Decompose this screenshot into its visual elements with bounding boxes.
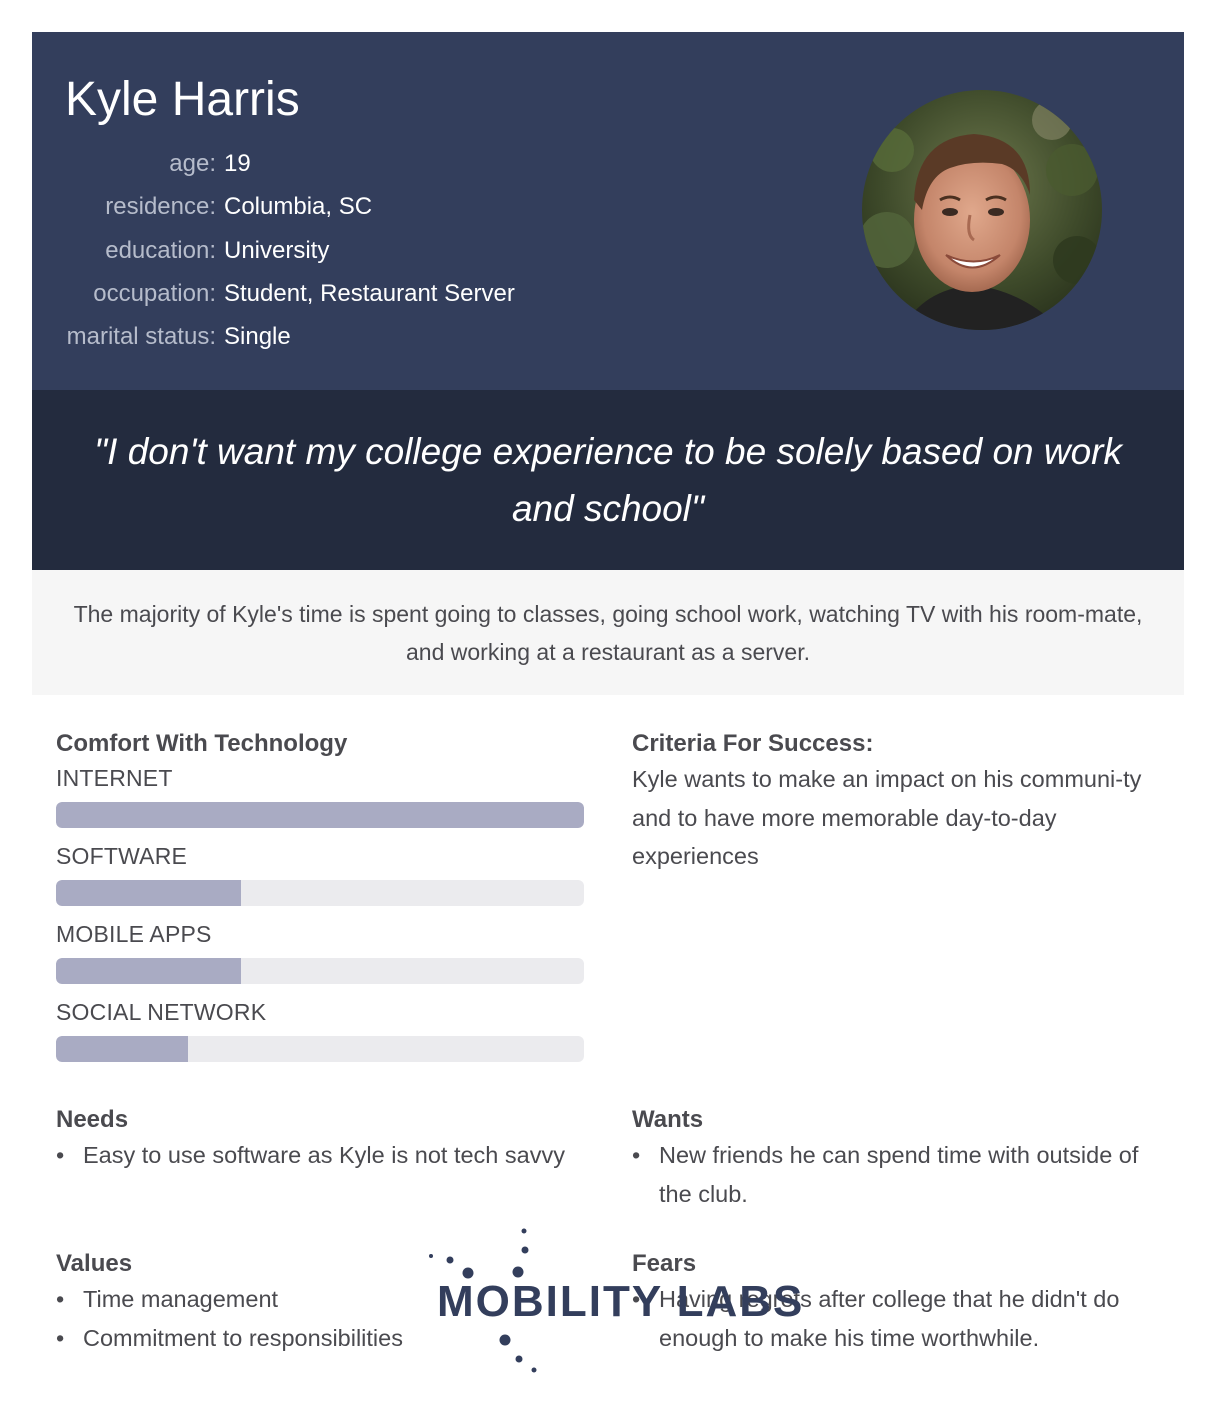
meter-internet	[56, 802, 584, 828]
list-item: New friends he can spend time with outsi…	[632, 1136, 1162, 1213]
wants-list: New friends he can spend time with outsi…	[632, 1136, 1162, 1213]
meter-fill	[56, 880, 241, 906]
needs-section: Needs Easy to use software as Kyle is no…	[56, 1106, 596, 1175]
criteria-section: Criteria For Success: Kyle wants to make…	[632, 730, 1162, 876]
list-item: Easy to use software as Kyle is not tech…	[56, 1136, 596, 1175]
fact-label: education:	[105, 236, 216, 264]
persona-card: Kyle Harris age: 19 residence: Columbia,…	[32, 32, 1184, 695]
meter-label-social-network: SOCIAL NETWORK	[56, 999, 267, 1025]
persona-quote: "I don't want my college experience to b…	[94, 431, 1122, 529]
fact-label: marital status:	[66, 323, 216, 351]
fact-value: Single	[224, 323, 291, 351]
meter-label-mobile-apps: MOBILE APPS	[56, 921, 212, 947]
criteria-text: Kyle wants to make an impact on his comm…	[632, 766, 1142, 869]
fact-value: Student, Restaurant Server	[224, 279, 515, 307]
fact-label: residence:	[105, 193, 216, 221]
needs-list: Easy to use software as Kyle is not tech…	[56, 1136, 596, 1175]
meter-label-software: SOFTWARE	[56, 843, 188, 869]
meter-label-internet: INTERNET	[56, 765, 173, 791]
meter-fill	[56, 958, 241, 984]
logo-wordmark: MOBILITY LABS	[437, 1277, 805, 1326]
mobility-labs-logo: MOBILITY LABS	[425, 1225, 802, 1375]
persona-summary: The majority of Kyle's time is spent goi…	[73, 600, 1143, 665]
needs-title: Needs	[56, 1106, 129, 1133]
meter-mobile-apps	[56, 958, 584, 984]
summary-band: The majority of Kyle's time is spent goi…	[32, 570, 1184, 695]
tech-comfort-section: Comfort With Technology INTERNET SOFTWAR…	[56, 730, 584, 1074]
persona-header: Kyle Harris age: 19 residence: Columbia,…	[32, 32, 1184, 390]
fact-label: occupation:	[93, 279, 216, 307]
persona-name: Kyle Harris	[65, 73, 300, 126]
avatar-photo	[862, 90, 1102, 330]
quote-band: "I don't want my college experience to b…	[32, 390, 1184, 570]
fact-value: Columbia, SC	[224, 193, 373, 221]
tech-comfort-title: Comfort With Technology	[56, 730, 348, 757]
meter-fill	[56, 1036, 188, 1062]
fact-label: age:	[169, 150, 216, 177]
avatar	[862, 90, 1102, 330]
fact-value: 19	[224, 150, 251, 177]
wants-title: Wants	[632, 1106, 704, 1133]
criteria-title: Criteria For Success:	[632, 730, 874, 757]
meter-fill	[56, 802, 584, 828]
meter-social-network	[56, 1036, 584, 1062]
fact-value: University	[224, 236, 330, 264]
meter-software	[56, 880, 584, 906]
wants-section: Wants New friends he can spend time with…	[632, 1106, 1162, 1213]
